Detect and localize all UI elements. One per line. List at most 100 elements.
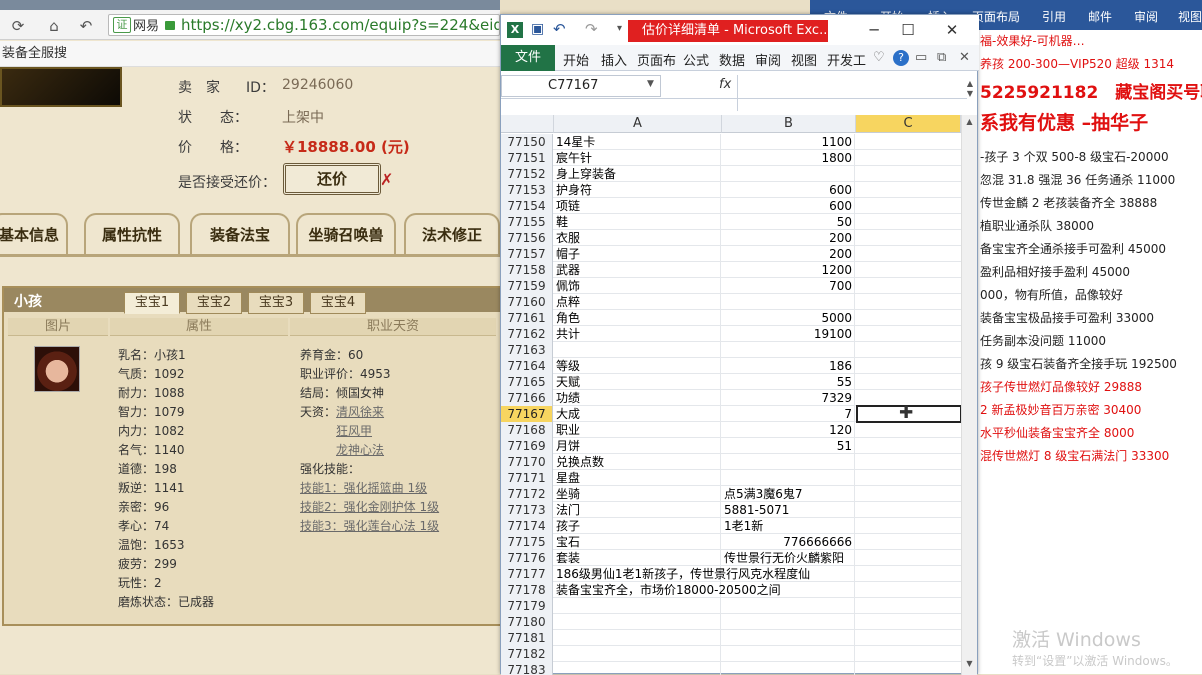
- row-number[interactable]: 77158: [501, 262, 553, 278]
- word-tab[interactable]: 邮件: [1088, 8, 1112, 25]
- tab-insert[interactable]: 插入: [601, 50, 627, 69]
- scroll-up-icon[interactable]: ▲: [964, 117, 975, 129]
- cell-a[interactable]: 套装: [554, 550, 721, 566]
- column-header-b[interactable]: B: [722, 115, 856, 133]
- sheet-row[interactable]: 77150 14星卡 1100: [501, 134, 961, 150]
- customize-toolbar-icon[interactable]: ▾: [617, 23, 622, 34]
- counter-offer-button[interactable]: 还价: [283, 163, 381, 195]
- cell-b[interactable]: 点5满3魔6鬼7: [722, 486, 855, 502]
- cell-b[interactable]: [722, 662, 855, 675]
- row-number[interactable]: 77179: [501, 598, 553, 614]
- cell-a[interactable]: 月饼: [554, 438, 721, 454]
- cell-a[interactable]: 孩子: [554, 518, 721, 534]
- cell-a[interactable]: 职业: [554, 422, 721, 438]
- column-header-c[interactable]: C: [856, 115, 961, 133]
- row-number[interactable]: 77164: [501, 358, 553, 374]
- cell-a[interactable]: 佩饰: [554, 278, 721, 294]
- row-number[interactable]: 77163: [501, 342, 553, 358]
- cell-b[interactable]: 5881-5071: [722, 502, 855, 518]
- sheet-row[interactable]: 77158 武器 1200: [501, 262, 961, 278]
- cell-a[interactable]: 等级: [554, 358, 721, 374]
- cell-b[interactable]: [722, 614, 855, 630]
- sheet-row[interactable]: 77161 角色 5000: [501, 310, 961, 326]
- row-number[interactable]: 77155: [501, 214, 553, 230]
- sheet-row[interactable]: 77160 点粹: [501, 294, 961, 310]
- cell-b[interactable]: 200: [722, 246, 855, 262]
- cell-b[interactable]: [722, 342, 855, 358]
- cell-a[interactable]: 天赋: [554, 374, 721, 390]
- cell-a[interactable]: 宸午针: [554, 150, 721, 166]
- sheet-row[interactable]: 77169 月饼 51: [501, 438, 961, 454]
- formula-expand-icon[interactable]: ▲ ▼: [963, 79, 977, 113]
- cell-a[interactable]: 武器: [554, 262, 721, 278]
- maximize-icon[interactable]: ☐: [893, 20, 923, 40]
- sheet-row[interactable]: 77164 等级 186: [501, 358, 961, 374]
- sheet-row[interactable]: 77179: [501, 598, 961, 614]
- cell-a[interactable]: 14星卡: [554, 134, 721, 150]
- sheet-row[interactable]: 77172 坐骑 点5满3魔6鬼7: [501, 486, 961, 502]
- tab-formulas[interactable]: 公式: [683, 50, 709, 69]
- cell-b[interactable]: [722, 566, 855, 582]
- sheet-row[interactable]: 77180: [501, 614, 961, 630]
- sheet-row[interactable]: 77154 项链 600: [501, 198, 961, 214]
- cell-a[interactable]: [554, 598, 721, 614]
- ribbon-collapse-icon[interactable]: ♡: [873, 50, 885, 65]
- cell-b[interactable]: [722, 294, 855, 310]
- word-tab[interactable]: 审阅: [1134, 8, 1158, 25]
- cell-b[interactable]: 1老1新: [722, 518, 855, 534]
- sheet-row[interactable]: 77181: [501, 630, 961, 646]
- name-box[interactable]: C77167: [501, 75, 661, 97]
- cell-a[interactable]: [554, 646, 721, 662]
- pet-tab-2[interactable]: 宝宝2: [186, 292, 242, 314]
- tab-view[interactable]: 视图: [791, 50, 817, 69]
- save-icon[interactable]: ▣: [531, 21, 544, 37]
- cell-b[interactable]: 700: [722, 278, 855, 294]
- cell-b[interactable]: 19100: [722, 326, 855, 342]
- word-tab[interactable]: 视图: [1178, 8, 1202, 25]
- cell-a[interactable]: 项链: [554, 198, 721, 214]
- cell-b[interactable]: 传世景行无价火麟紫阳: [722, 550, 855, 566]
- row-number[interactable]: 77182: [501, 646, 553, 662]
- cell-a[interactable]: 186级男仙1老1新孩子，传世景行风克水程度仙: [554, 566, 810, 582]
- cell-b[interactable]: 5000: [722, 310, 855, 326]
- row-number[interactable]: 77173: [501, 502, 553, 518]
- cell-a[interactable]: 星盘: [554, 470, 721, 486]
- row-number[interactable]: 77166: [501, 390, 553, 406]
- sheet-row[interactable]: 77157 帽子 200: [501, 246, 961, 262]
- skill-link[interactable]: 技能3：强化莲台心法 1级: [300, 517, 439, 536]
- undo-icon[interactable]: ↶: [553, 20, 566, 38]
- row-number[interactable]: 77183: [501, 662, 553, 675]
- sheet-row[interactable]: 77171 星盘: [501, 470, 961, 486]
- sheet-row[interactable]: 77170 兑换点数: [501, 454, 961, 470]
- row-number[interactable]: 77160: [501, 294, 553, 310]
- home-icon[interactable]: ⌂: [44, 16, 64, 36]
- cell-a[interactable]: 兑换点数: [554, 454, 721, 470]
- pet-tab-1[interactable]: 宝宝1: [124, 292, 180, 314]
- cell-a[interactable]: [554, 630, 721, 646]
- skill-link[interactable]: 技能1：强化摇篮曲 1级: [300, 479, 439, 498]
- row-number[interactable]: 77159: [501, 278, 553, 294]
- sheet-row[interactable]: 77167 大成 7: [501, 406, 961, 422]
- cell-a[interactable]: 角色: [554, 310, 721, 326]
- cell-b[interactable]: [722, 630, 855, 646]
- row-number[interactable]: 77153: [501, 182, 553, 198]
- skill-link[interactable]: 技能2：强化金刚护体 1级: [300, 498, 439, 517]
- row-number[interactable]: 77150: [501, 134, 553, 150]
- cell-b[interactable]: 600: [722, 198, 855, 214]
- sheet-row[interactable]: 77151 宸午针 1800: [501, 150, 961, 166]
- redo-icon[interactable]: ↷: [585, 20, 598, 38]
- tab-review[interactable]: 审阅: [755, 50, 781, 69]
- sheet-row[interactable]: 77162 共计 19100: [501, 326, 961, 342]
- cell-b[interactable]: [722, 454, 855, 470]
- sheet-row[interactable]: 77156 衣服 200: [501, 230, 961, 246]
- sheet-row[interactable]: 77183: [501, 662, 961, 675]
- cell-b[interactable]: [722, 166, 855, 182]
- column-header-a[interactable]: A: [554, 115, 722, 133]
- cell-a[interactable]: 共计: [554, 326, 721, 342]
- cell-b[interactable]: 1800: [722, 150, 855, 166]
- row-number[interactable]: 77168: [501, 422, 553, 438]
- row-number[interactable]: 77169: [501, 438, 553, 454]
- cell-b[interactable]: 120: [722, 422, 855, 438]
- worksheet-grid[interactable]: A B C 77150 14星卡 1100 77151 宸午针 1800 77152 身上穿装…: [501, 115, 961, 675]
- row-number[interactable]: 77171: [501, 470, 553, 486]
